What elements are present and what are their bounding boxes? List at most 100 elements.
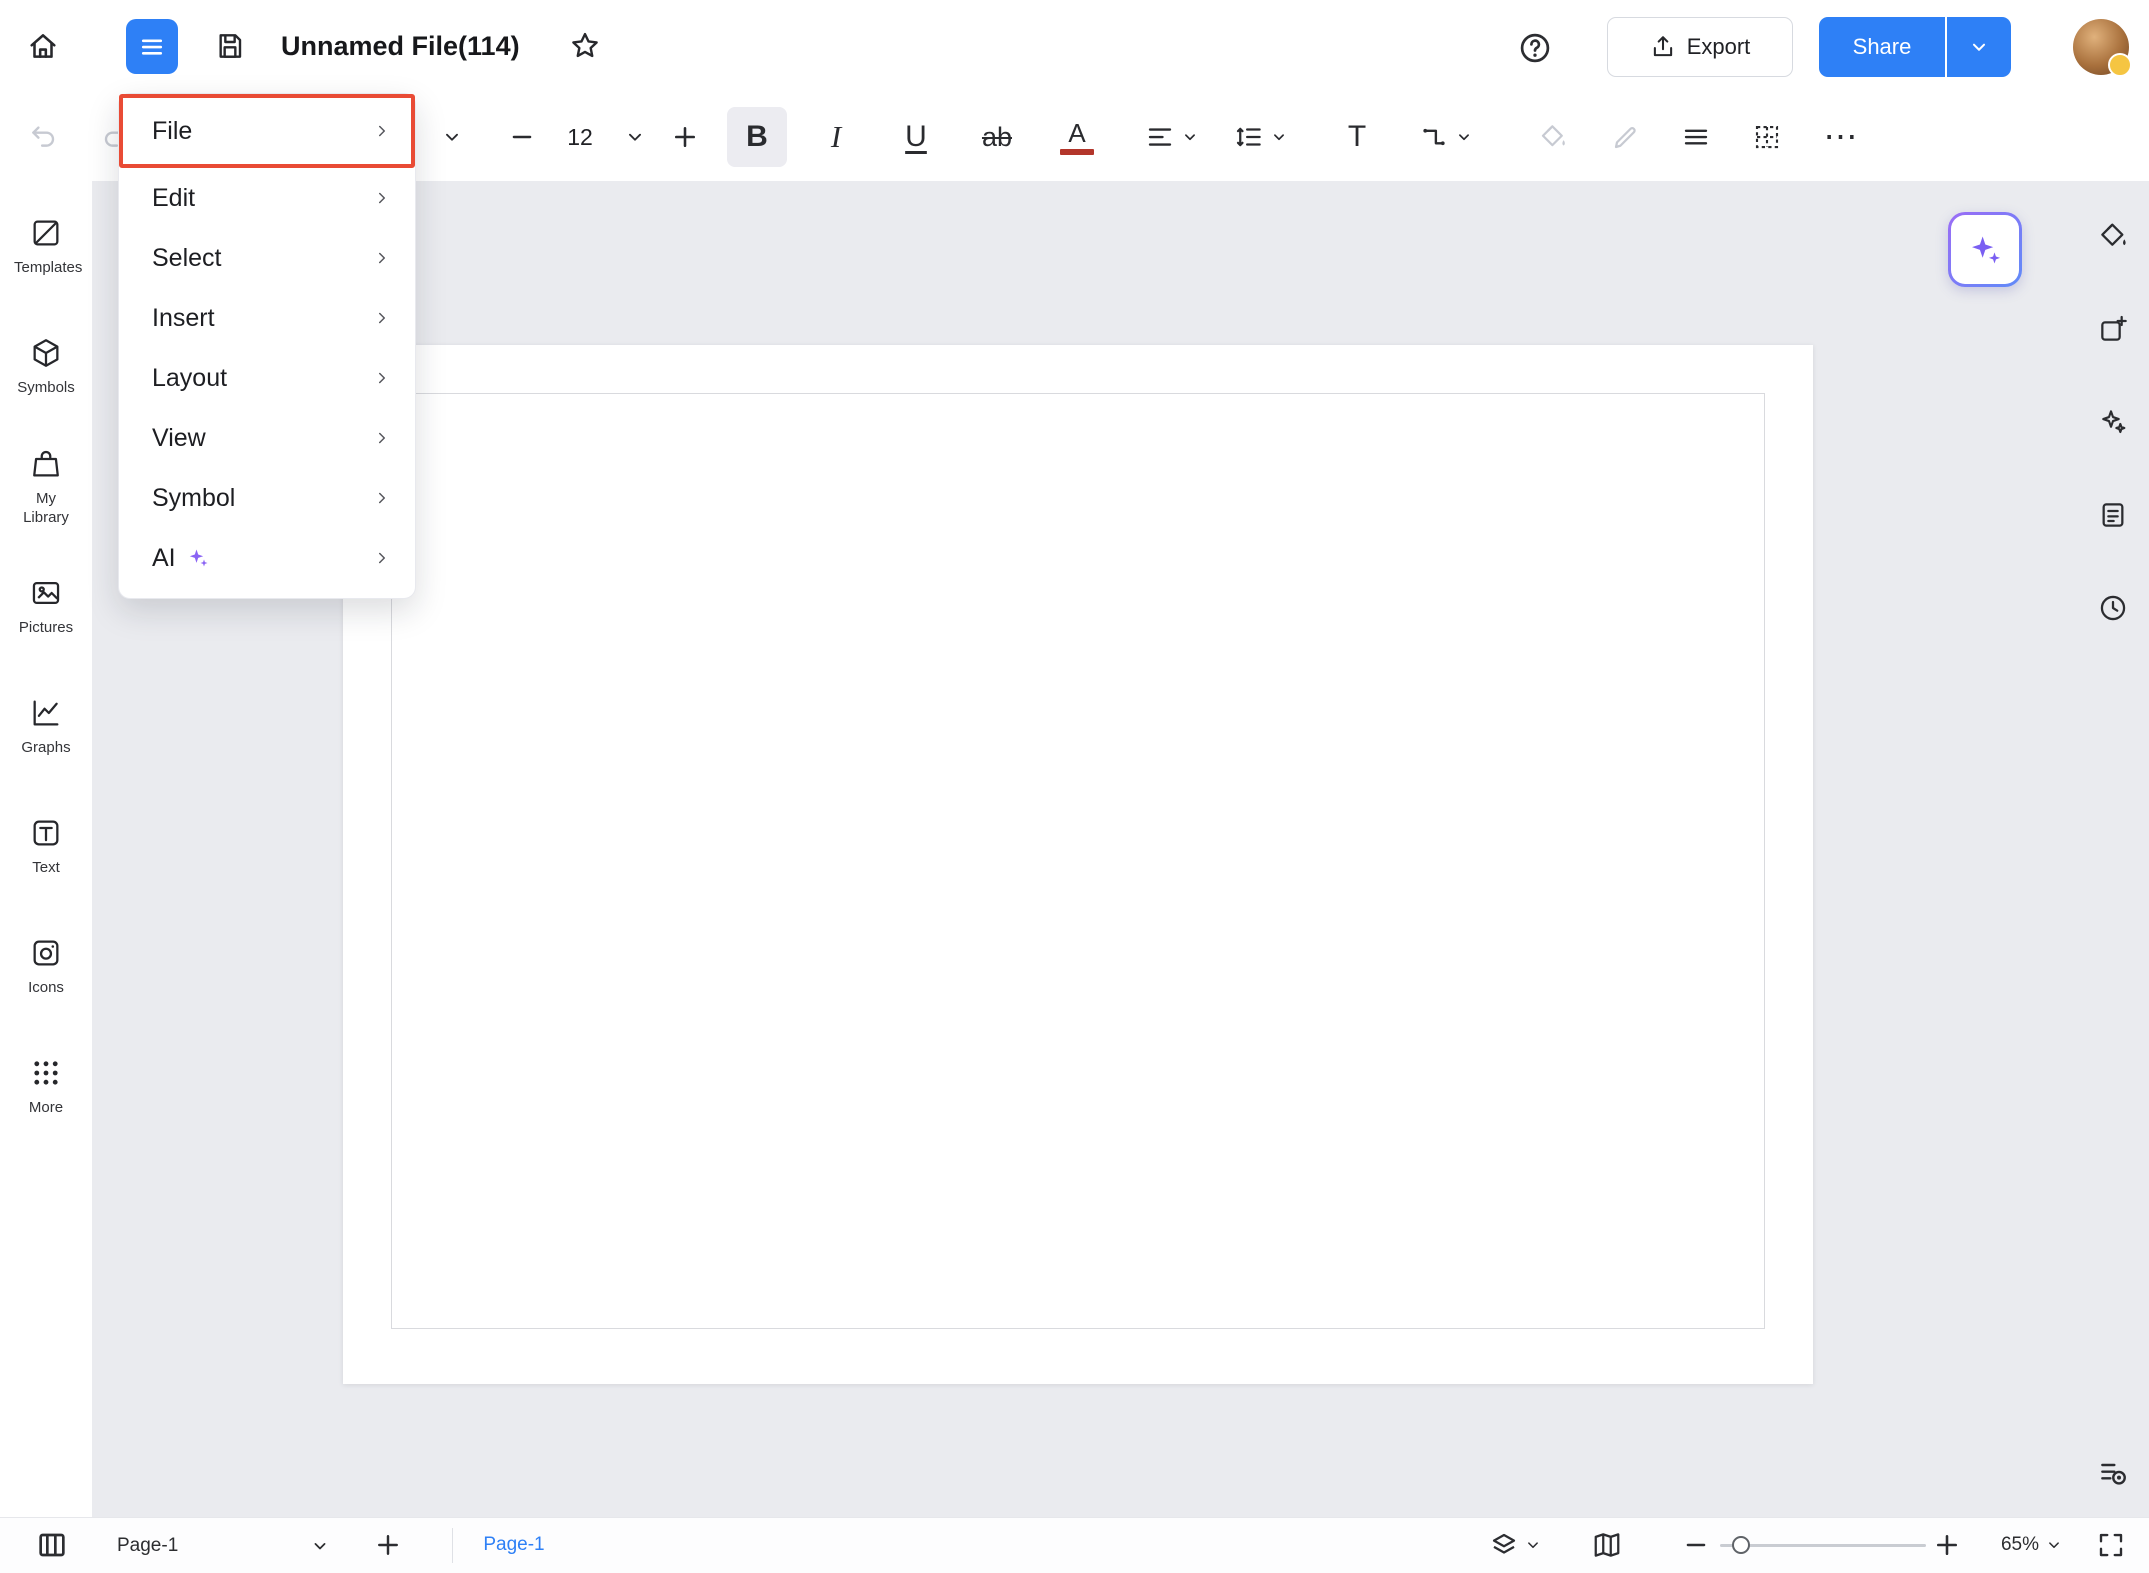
font-color-label: A xyxy=(1068,120,1085,146)
chevron-down-icon xyxy=(441,126,463,148)
menu-item-file[interactable]: File xyxy=(119,94,415,168)
chevron-right-icon xyxy=(373,369,391,387)
menu-item-label: Edit xyxy=(152,184,195,213)
document-page[interactable] xyxy=(343,345,1813,1384)
main-menu-button[interactable] xyxy=(126,19,178,74)
strikethrough-label: ab xyxy=(982,122,1012,153)
insert-shape-icon xyxy=(2097,310,2129,348)
map-icon xyxy=(1592,1530,1622,1560)
favorite-button[interactable] xyxy=(561,23,609,69)
font-color-button[interactable]: A xyxy=(1047,107,1107,167)
ai-tools-button[interactable] xyxy=(2091,400,2135,444)
layers-dropdown[interactable] xyxy=(1475,1523,1555,1567)
picture-icon xyxy=(29,576,63,610)
undo-button[interactable] xyxy=(14,107,74,167)
font-size-decrease-button[interactable] xyxy=(492,107,552,167)
save-button[interactable] xyxy=(206,23,254,69)
user-avatar[interactable] xyxy=(2073,19,2129,75)
page-selector-dropdown[interactable]: Page-1 xyxy=(100,1526,340,1566)
sidebar-item-text[interactable]: Text xyxy=(0,787,92,907)
strikethrough-button[interactable]: ab xyxy=(967,107,1027,167)
layers-icon xyxy=(1489,1530,1519,1560)
paint-bucket-icon xyxy=(1538,122,1568,152)
menu-item-view[interactable]: View xyxy=(119,408,415,468)
sidebar-item-my-library[interactable]: My Library xyxy=(0,427,92,547)
share-button[interactable]: Share xyxy=(1819,17,1945,77)
zoom-slider[interactable] xyxy=(1720,1518,1926,1573)
insert-shape-button[interactable] xyxy=(2091,307,2135,351)
menu-item-label: Select xyxy=(152,244,221,273)
add-page-button[interactable] xyxy=(366,1523,410,1567)
page-selector-label: Page-1 xyxy=(117,1535,178,1557)
more-tools-button[interactable]: ⋯ xyxy=(1811,107,1871,167)
line-style-button[interactable] xyxy=(1666,107,1726,167)
home-button[interactable] xyxy=(20,23,66,69)
sparkle-icon xyxy=(186,546,210,570)
zoom-level-dropdown[interactable]: 65% xyxy=(1980,1523,2084,1567)
bag-icon xyxy=(29,447,63,481)
menu-item-select[interactable]: Select xyxy=(119,228,415,288)
ai-assistant-fab[interactable] xyxy=(1948,212,2022,287)
text-align-dropdown[interactable] xyxy=(1128,107,1216,167)
font-family-dropdown[interactable] xyxy=(422,107,482,167)
line-spacing-dropdown[interactable] xyxy=(1217,107,1305,167)
zoom-in-button[interactable] xyxy=(1925,1523,1969,1567)
star-icon xyxy=(568,29,602,63)
chevron-right-icon xyxy=(373,489,391,507)
task-list-button[interactable] xyxy=(2091,1451,2135,1495)
font-size-value: 12 xyxy=(550,107,610,167)
menu-item-insert[interactable]: Insert xyxy=(119,288,415,348)
chevron-down-icon xyxy=(1968,36,1990,58)
menu-item-label: Symbol xyxy=(152,484,235,513)
menu-item-layout[interactable]: Layout xyxy=(119,348,415,408)
plus-icon xyxy=(671,123,699,151)
pen-style-button[interactable] xyxy=(1596,107,1656,167)
zoom-slider-knob[interactable] xyxy=(1732,1536,1750,1554)
menu-item-label: View xyxy=(152,424,206,453)
plus-icon xyxy=(1933,1531,1961,1559)
menu-item-label: Insert xyxy=(152,304,215,333)
fill-color-button[interactable] xyxy=(1523,107,1583,167)
sidebar-item-graphs[interactable]: Graphs xyxy=(0,667,92,787)
navigator-button[interactable] xyxy=(1585,1523,1629,1567)
sidebar-item-label: Text xyxy=(32,859,60,878)
sparkle-icon xyxy=(1951,215,2019,284)
connector-dropdown[interactable] xyxy=(1402,107,1490,167)
pages-panel-icon xyxy=(36,1528,68,1562)
menu-item-label: File xyxy=(152,117,192,146)
sidebar-item-symbols[interactable]: Symbols xyxy=(0,307,92,427)
sidebar-item-label: Symbols xyxy=(17,379,75,398)
text-box-icon xyxy=(29,816,63,850)
sidebar-item-label: Icons xyxy=(28,979,64,998)
menu-item-symbol[interactable]: Symbol xyxy=(119,468,415,528)
theme-fill-button[interactable] xyxy=(2091,214,2135,258)
notes-button[interactable] xyxy=(2091,493,2135,537)
history-button[interactable] xyxy=(2091,586,2135,630)
underline-button[interactable]: U xyxy=(886,107,946,167)
share-dropdown-button[interactable] xyxy=(1947,17,2011,77)
page-tab-active[interactable]: Page-1 xyxy=(444,1523,584,1567)
menu-item-edit[interactable]: Edit xyxy=(119,168,415,228)
sidebar-item-pictures[interactable]: Pictures xyxy=(0,547,92,667)
app-window: Unnamed File(114) Export Share xyxy=(0,0,2149,1573)
export-button[interactable]: Export xyxy=(1607,17,1793,77)
chevron-down-icon xyxy=(1524,1536,1542,1554)
pen-icon xyxy=(1611,122,1641,152)
table-borders-button[interactable] xyxy=(1737,107,1797,167)
menu-item-ai[interactable]: AI xyxy=(119,528,415,588)
sidebar-item-icons[interactable]: Icons xyxy=(0,907,92,1027)
italic-button[interactable]: I xyxy=(806,107,866,167)
help-button[interactable] xyxy=(1511,24,1559,72)
zoom-slider-track xyxy=(1720,1544,1926,1547)
chevron-down-icon xyxy=(1455,128,1473,146)
sidebar-item-more[interactable]: More xyxy=(0,1027,92,1147)
sidebar-item-templates[interactable]: Templates xyxy=(0,187,92,307)
font-size-increase-button[interactable] xyxy=(655,107,715,167)
right-rail xyxy=(2091,214,2135,630)
lines-icon xyxy=(1681,122,1711,152)
fullscreen-button[interactable] xyxy=(2089,1523,2133,1567)
text-tool-button[interactable]: T xyxy=(1327,107,1387,167)
bold-button[interactable]: B xyxy=(727,107,787,167)
pages-panel-toggle[interactable] xyxy=(30,1523,74,1567)
zoom-out-button[interactable] xyxy=(1674,1523,1718,1567)
